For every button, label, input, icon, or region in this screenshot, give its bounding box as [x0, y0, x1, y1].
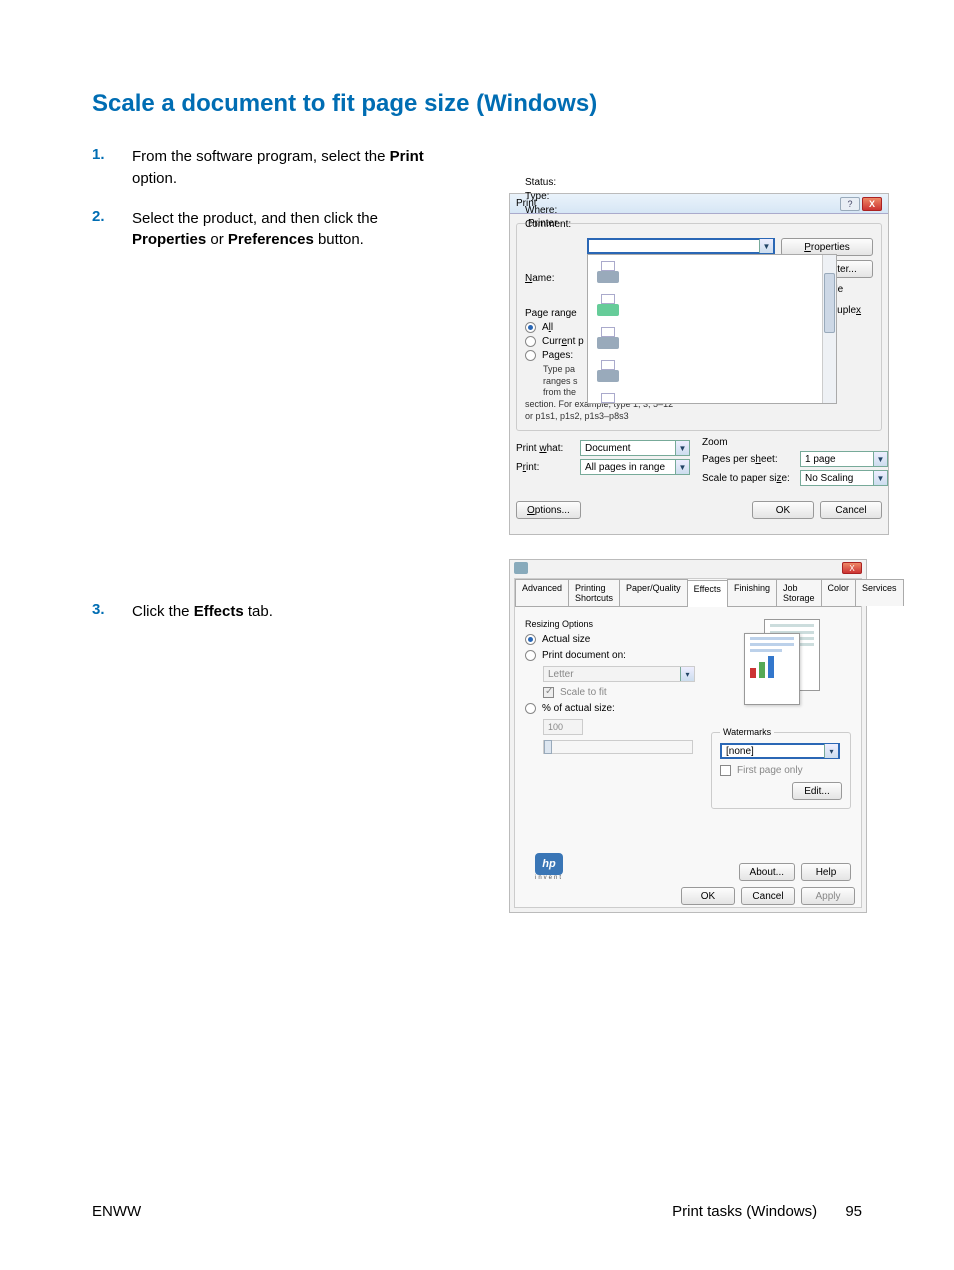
tab-color[interactable]: Color: [821, 579, 857, 606]
step-number: 3.: [92, 601, 132, 623]
pct-actual-radio[interactable]: % of actual size:: [525, 703, 695, 714]
close-button[interactable]: X: [862, 197, 882, 211]
status-label: Status:: [525, 177, 581, 188]
slider-thumb[interactable]: [544, 740, 552, 754]
first-page-only-checkbox[interactable]: First page only: [720, 765, 842, 776]
print-what-label: Print what:: [516, 443, 574, 454]
step-1: 1. From the software program, select the…: [92, 146, 862, 190]
chevron-down-icon: ▼: [873, 452, 887, 466]
scrollbar[interactable]: [822, 255, 836, 403]
zoom-legend: Zoom: [702, 437, 888, 448]
about-button[interactable]: About...: [739, 863, 795, 881]
print-what-select[interactable]: Document▼: [580, 440, 690, 456]
page-preview: [726, 619, 836, 709]
tab-strip: Advanced Printing Shortcuts Paper/Qualit…: [515, 579, 861, 607]
chevron-down-icon: ▼: [675, 460, 689, 474]
close-button[interactable]: X: [842, 562, 862, 574]
hint-text: or p1s1, p1s2, p1s3–p8s3: [525, 411, 873, 423]
step-number: 2.: [92, 208, 132, 252]
ok-button[interactable]: OK: [752, 501, 814, 519]
ok-button[interactable]: OK: [681, 887, 735, 905]
print-label: Print:: [516, 462, 574, 473]
printer-icon: [594, 294, 622, 316]
radio-icon: [525, 336, 536, 347]
step-text: Select the product, and then click the P…: [132, 208, 452, 252]
scroll-thumb[interactable]: [824, 273, 835, 333]
tab-job-storage[interactable]: Job Storage: [776, 579, 822, 606]
tab-printing-shortcuts[interactable]: Printing Shortcuts: [568, 579, 620, 606]
step-text: From the software program, select the Pr…: [132, 146, 452, 190]
chevron-down-icon: ▾: [680, 667, 694, 681]
radio-icon: [525, 350, 536, 361]
chevron-down-icon: ▼: [759, 239, 773, 253]
name-label: Name:: [525, 273, 581, 284]
page-footer: ENWW Print tasks (Windows) 95: [92, 1203, 862, 1220]
radio-icon: [525, 634, 536, 645]
page-heading: Scale a document to fit page size (Windo…: [92, 90, 862, 118]
pct-slider[interactable]: [543, 740, 693, 754]
tab-paper-quality[interactable]: Paper/Quality: [619, 579, 688, 606]
chevron-down-icon: ▼: [675, 441, 689, 455]
pages-per-sheet-select[interactable]: 1 page▼: [800, 451, 888, 467]
printer-dropdown-list[interactable]: [587, 254, 837, 404]
resizing-options-group: Resizing Options Actual size Print docum…: [525, 619, 695, 759]
print-doc-on-radio[interactable]: Print document on:: [525, 650, 695, 661]
checkbox-icon: [720, 765, 731, 776]
hp-logo-icon: hp: [535, 853, 563, 875]
apply-button[interactable]: Apply: [801, 887, 855, 905]
step-number: 1.: [92, 146, 132, 190]
options-button[interactable]: Options...: [516, 501, 581, 519]
comment-label: Comment:: [525, 219, 581, 230]
printer-group: Printer Name: ▼: [516, 218, 882, 431]
scale-to-fit-checkbox[interactable]: ✓Scale to fit: [543, 687, 695, 698]
resizing-legend: Resizing Options: [525, 619, 695, 629]
footer-right: Print tasks (Windows) 95: [672, 1203, 862, 1220]
chevron-down-icon: ▾: [824, 744, 838, 758]
radio-icon: [525, 703, 536, 714]
preview-front-sheet: [744, 633, 800, 705]
printer-icon: [594, 360, 622, 382]
footer-left: ENWW: [92, 1203, 141, 1220]
page-number: 95: [845, 1203, 862, 1220]
help-button[interactable]: Help: [801, 863, 851, 881]
printer-small-icon: [514, 562, 528, 574]
actual-size-radio[interactable]: Actual size: [525, 634, 695, 645]
tab-effects[interactable]: Effects: [687, 580, 728, 607]
scale-to-paper-select[interactable]: No Scaling▼: [800, 470, 888, 486]
radio-icon: [525, 650, 536, 661]
cancel-button[interactable]: Cancel: [820, 501, 882, 519]
help-button[interactable]: ?: [840, 197, 860, 211]
tab-services[interactable]: Services: [855, 579, 904, 606]
chevron-down-icon: ▼: [873, 471, 887, 485]
radio-icon: [525, 322, 536, 333]
where-label: Where:: [525, 205, 581, 216]
pages-per-sheet-label: Pages per sheet:: [702, 454, 794, 465]
print-select[interactable]: All pages in range▼: [580, 459, 690, 475]
document-page: Scale a document to fit page size (Windo…: [0, 0, 954, 1270]
properties-dialog-screenshot: X Advanced Printing Shortcuts Paper/Qual…: [509, 559, 867, 913]
step-text: Click the Effects tab.: [132, 601, 273, 623]
edit-button[interactable]: Edit...: [792, 782, 842, 800]
watermark-select[interactable]: [none]▾: [720, 743, 840, 759]
printer-icon: [594, 327, 622, 349]
checkbox-icon: ✓: [543, 687, 554, 698]
pct-input[interactable]: 100: [543, 719, 583, 735]
watermarks-group: Watermarks [none]▾ First page only Edit.…: [711, 727, 851, 809]
print-dialog-screenshot: Print ? X Printer Name: ▼: [509, 193, 889, 535]
watermarks-legend: Watermarks: [720, 727, 774, 737]
scale-to-paper-label: Scale to paper size:: [702, 473, 794, 484]
printer-icon: [594, 393, 622, 404]
cancel-button[interactable]: Cancel: [741, 887, 795, 905]
tab-finishing[interactable]: Finishing: [727, 579, 777, 606]
tab-advanced[interactable]: Advanced: [515, 579, 569, 606]
printer-name-select[interactable]: ▼: [587, 238, 775, 254]
printer-icon: [594, 261, 622, 283]
print-doc-on-select[interactable]: Letter▾: [543, 666, 695, 682]
type-label: Type:: [525, 191, 581, 202]
